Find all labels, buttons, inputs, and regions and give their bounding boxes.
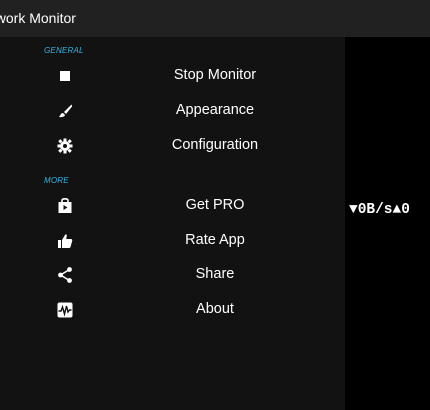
menu-item-label: Share: [195, 266, 235, 282]
menu-item-label: Stop Monitor: [173, 67, 257, 83]
menu-item-appearance[interactable]: Appearance: [0, 94, 345, 128]
menu-item-label: Get PRO: [185, 197, 245, 213]
stop-icon: [56, 67, 74, 85]
menu-item-label: Rate App: [185, 232, 245, 248]
menu-item-get-pro[interactable]: Get PRO: [0, 189, 345, 223]
menu-item-configuration[interactable]: Configuration: [0, 129, 345, 163]
share-icon: [56, 266, 74, 284]
menu-item-stop-monitor[interactable]: Stop Monitor: [0, 59, 345, 93]
network-speed-indicator: ▼0B/s▲0: [349, 197, 430, 223]
thumbs-up-icon: [56, 232, 74, 250]
menu-item-rate-app[interactable]: Rate App: [0, 224, 345, 258]
app-title: Network Monitor: [0, 10, 76, 26]
menu-item-label: About: [196, 301, 234, 317]
menu-item-label: Configuration: [171, 137, 259, 153]
menu-item-about[interactable]: About: [0, 293, 345, 327]
gear-icon: [56, 137, 74, 155]
menu-item-label: Appearance: [175, 102, 255, 118]
paintbrush-icon: [56, 102, 74, 120]
menu-item-share[interactable]: Share: [0, 258, 345, 292]
section-header-more: MORE: [44, 176, 69, 185]
pulse-icon: [56, 301, 74, 319]
background-overlay: [345, 37, 430, 410]
section-header-general: GENERAL: [44, 46, 84, 55]
store-bag-icon: [56, 197, 74, 215]
navigation-drawer: GENERAL Stop Monitor Appearance Configur…: [0, 37, 345, 410]
app-bar: Network Monitor: [0, 0, 430, 37]
